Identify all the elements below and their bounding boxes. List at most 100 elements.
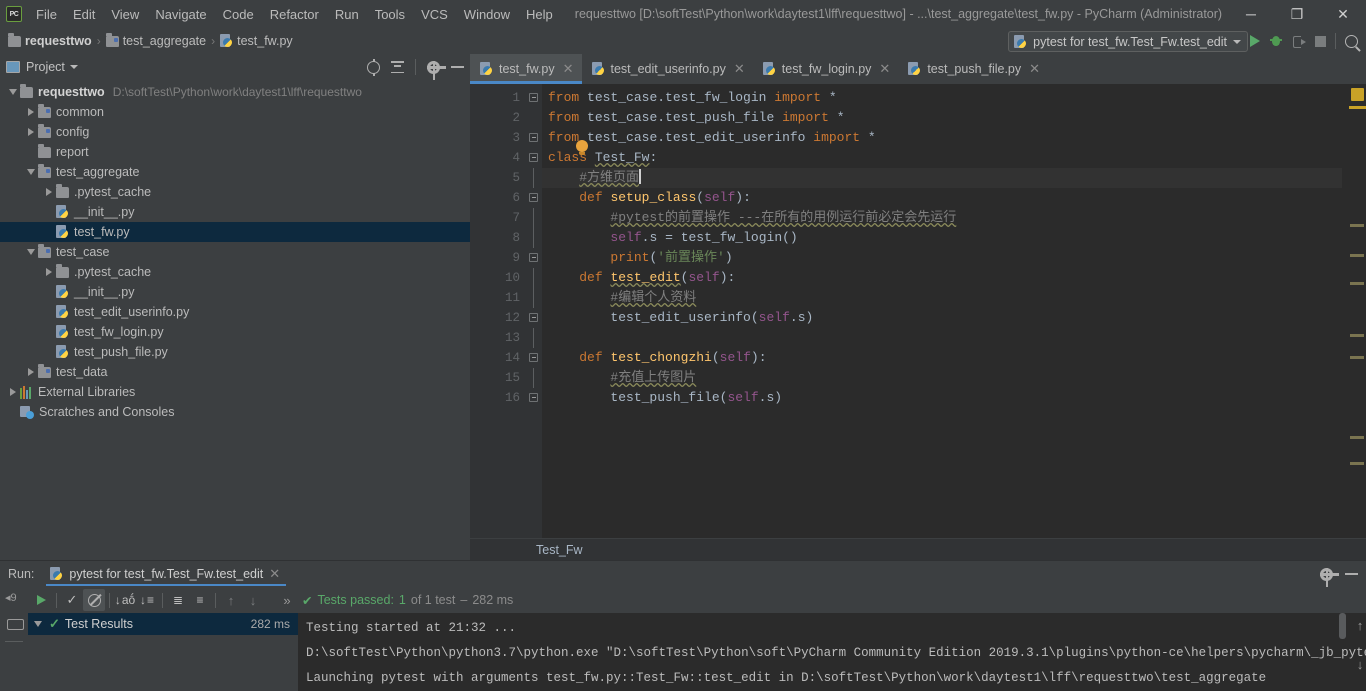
fold-toggle-icon[interactable]	[529, 393, 538, 402]
close-icon[interactable]: ✕	[734, 61, 745, 77]
tree-item-external-libraries[interactable]: External Libraries	[0, 382, 470, 402]
more-icon[interactable]: »	[276, 589, 298, 611]
breadcrumb-test-aggregate[interactable]: test_aggregate	[104, 32, 208, 48]
menu-help[interactable]: Help	[518, 3, 561, 26]
menu-refactor[interactable]: Refactor	[262, 3, 327, 26]
tree-item-test-fw-py[interactable]: test_fw.py	[0, 222, 470, 242]
hide-ignored-icon[interactable]	[83, 589, 105, 611]
tree-item-common[interactable]: common	[0, 102, 470, 122]
fold-region[interactable]	[526, 228, 542, 248]
tree-item-init-py[interactable]: __init__.py	[0, 282, 470, 302]
code-line[interactable]: def setup_class(self):	[542, 188, 1342, 208]
collapse-all-icon[interactable]: ≡	[189, 589, 211, 611]
fold-toggle-icon[interactable]	[529, 153, 538, 162]
editor-tab-test-fw-login-py[interactable]: test_fw_login.py ✕	[753, 54, 899, 84]
code-line[interactable]: from test_case.test_edit_userinfo import…	[542, 128, 1342, 148]
project-file-tree[interactable]: requesttwo D:\softTest\Python\work\daytes…	[0, 80, 470, 560]
chevron-right-icon[interactable]	[28, 108, 34, 116]
tree-item-report[interactable]: report	[0, 142, 470, 162]
search-icon[interactable]	[1345, 34, 1358, 48]
code-line[interactable]: from test_case.test_fw_login import *	[542, 88, 1342, 108]
tree-twisty[interactable]	[24, 249, 38, 255]
fold-toggle-icon[interactable]	[529, 353, 538, 362]
code-folding-gutter[interactable]	[526, 84, 542, 538]
editor-tab-test-push-file-py[interactable]: test_push_file.py ✕	[898, 54, 1048, 84]
breadcrumb-test-fw-py[interactable]: test_fw.py	[218, 34, 295, 48]
coverage-icon[interactable]	[1292, 34, 1306, 48]
chevron-down-icon[interactable]	[34, 621, 42, 627]
console-scrollbar[interactable]	[1339, 613, 1346, 639]
code-line[interactable]: def test_chongzhi(self):	[542, 348, 1342, 368]
fold-region[interactable]	[526, 108, 542, 128]
fold-region[interactable]	[526, 348, 542, 368]
fold-region[interactable]	[526, 148, 542, 168]
scroll-up-icon[interactable]: ↑	[1356, 619, 1364, 634]
sort-alpha-icon[interactable]: ↓ aṓ	[114, 589, 136, 611]
settings-gear-icon[interactable]	[1320, 567, 1339, 587]
tree-item-init-py[interactable]: __init__.py	[0, 202, 470, 222]
chevron-down-icon[interactable]	[9, 89, 17, 95]
chevron-down-icon[interactable]	[69, 65, 78, 69]
chevron-right-icon[interactable]	[10, 388, 16, 396]
menu-run[interactable]: Run	[327, 3, 367, 26]
fold-region[interactable]	[526, 388, 542, 408]
tree-twisty[interactable]	[24, 169, 38, 175]
tree-item-config[interactable]: config	[0, 122, 470, 142]
menu-code[interactable]: Code	[215, 3, 262, 26]
menu-navigate[interactable]: Navigate	[147, 3, 214, 26]
tree-item-scratches-and-consoles[interactable]: Scratches and Consoles	[0, 402, 470, 422]
code-line[interactable]: #pytest的前置操作 ---在所有的用例运行前必定会先运行	[542, 208, 1342, 228]
code-line[interactable]: def test_edit(self):	[542, 268, 1342, 288]
next-failed-icon[interactable]: ↓	[242, 589, 264, 611]
menu-file[interactable]: File	[28, 3, 65, 26]
tree-twisty[interactable]	[42, 188, 56, 196]
fold-region[interactable]	[526, 128, 542, 148]
menu-tools[interactable]: Tools	[367, 3, 413, 26]
menu-edit[interactable]: Edit	[65, 3, 103, 26]
fold-region[interactable]	[526, 328, 542, 348]
rerun-icon[interactable]	[30, 589, 52, 611]
stop-icon[interactable]	[1315, 35, 1326, 47]
expand-all-icon[interactable]: ≣	[167, 589, 189, 611]
code-line[interactable]: from test_case.test_push_file import *	[542, 108, 1342, 128]
breadcrumb-requesttwo[interactable]: requesttwo	[6, 32, 94, 48]
tree-item-test-edit-userinfo-py[interactable]: test_edit_userinfo.py	[0, 302, 470, 322]
settings-gear-icon[interactable]	[427, 60, 446, 80]
intention-bulb-icon[interactable]	[576, 140, 588, 155]
code-editor[interactable]: from test_case.test_fw_login import * fro…	[542, 84, 1342, 538]
locate-icon[interactable]	[367, 58, 380, 76]
sort-duration-icon[interactable]: ↓ ≡	[136, 589, 158, 611]
chevron-right-icon[interactable]	[28, 128, 34, 136]
tree-item-test-case[interactable]: test_case	[0, 242, 470, 262]
fold-region[interactable]	[526, 168, 542, 188]
tree-item-pytest-cache[interactable]: .pytest_cache	[0, 262, 470, 282]
code-line[interactable]	[542, 328, 1342, 348]
menu-window[interactable]: Window	[456, 3, 518, 26]
tree-item-test-aggregate[interactable]: test_aggregate	[0, 162, 470, 182]
tree-item-test-data[interactable]: test_data	[0, 362, 470, 382]
tree-twisty[interactable]	[24, 368, 38, 376]
test-result-row[interactable]: ✓ Test Results 282 ms	[28, 613, 298, 635]
fold-region[interactable]	[526, 88, 542, 108]
code-line[interactable]: test_push_file(self.s)	[542, 388, 1342, 408]
code-line[interactable]: #充值上传图片	[542, 368, 1342, 388]
fold-toggle-icon[interactable]	[529, 253, 538, 262]
fold-region[interactable]	[526, 208, 542, 228]
code-line[interactable]: self.s = test_fw_login()	[542, 228, 1342, 248]
fold-region[interactable]	[526, 368, 542, 388]
tree-item-pytest-cache[interactable]: .pytest_cache	[0, 182, 470, 202]
code-line[interactable]: test_edit_userinfo(self.s)	[542, 308, 1342, 328]
close-icon[interactable]: ✕	[563, 61, 574, 77]
fold-region[interactable]	[526, 268, 542, 288]
chevron-down-icon[interactable]	[27, 169, 35, 175]
chevron-down-icon[interactable]	[27, 249, 35, 255]
code-line[interactable]: #方维页面	[542, 168, 1342, 188]
chevron-right-icon[interactable]	[46, 188, 52, 196]
tree-item-test-push-file-py[interactable]: test_push_file.py	[0, 342, 470, 362]
show-passed-icon[interactable]: ✓	[61, 589, 83, 611]
tree-twisty[interactable]	[6, 388, 20, 396]
code-line[interactable]: class Test_Fw:	[542, 148, 1342, 168]
menu-vcs[interactable]: VCS	[413, 3, 456, 26]
sync-icon[interactable]	[6, 616, 24, 631]
fold-toggle-icon[interactable]	[529, 313, 538, 322]
